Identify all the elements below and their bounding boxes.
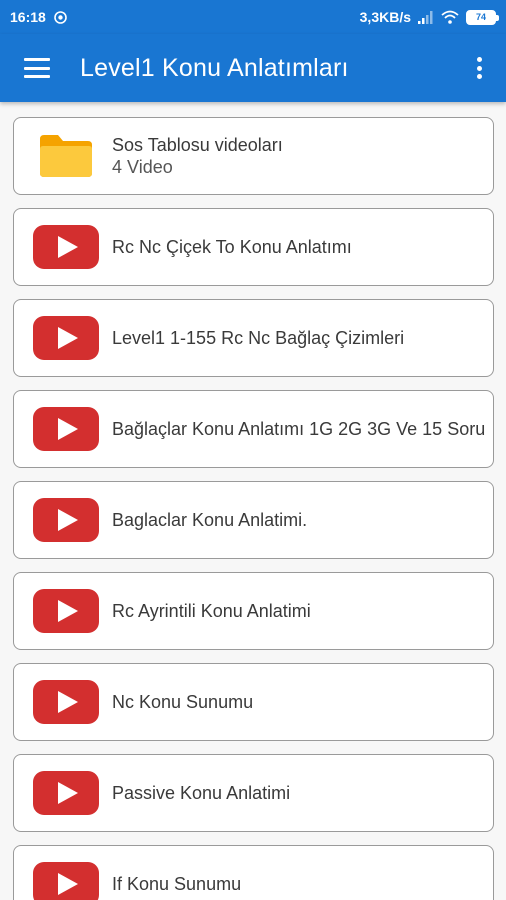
signal-icon	[418, 10, 433, 24]
video-title: If Konu Sunumu	[112, 874, 242, 894]
video-title: Rc Ayrintili Konu Anlatimi	[112, 601, 311, 621]
app-bar: Level1 Konu Anlatımları	[0, 34, 506, 102]
list-item-video[interactable]: Level1 1-155 Rc Nc Bağlaç Çizimleri	[13, 299, 494, 377]
youtube-play-icon	[33, 225, 99, 269]
list-item-video[interactable]: Rc Ayrintili Konu Anlatimi	[13, 572, 494, 650]
notification-icon	[54, 10, 67, 24]
youtube-play-icon	[33, 407, 99, 451]
video-list: Sos Tablosu videoları 4 Video Rc Nc Çiçe…	[13, 117, 494, 900]
video-title: Rc Nc Çiçek To Konu Anlatımı	[112, 237, 352, 257]
clock: 16:18	[10, 9, 46, 25]
page-title: Level1 Konu Anlatımları	[80, 53, 349, 82]
list-item-video[interactable]: Baglaclar Konu Anlatimi.	[13, 481, 494, 559]
youtube-play-icon	[33, 680, 99, 724]
battery-icon: 74	[466, 9, 499, 25]
video-title: Nc Konu Sunumu	[112, 692, 254, 712]
more-options-icon[interactable]	[474, 57, 484, 79]
youtube-play-icon	[33, 498, 99, 542]
list-item-video[interactable]: Rc Nc Çiçek To Konu Anlatımı	[13, 208, 494, 286]
youtube-play-icon	[33, 316, 99, 360]
list-item-video[interactable]: Nc Konu Sunumu	[13, 663, 494, 741]
youtube-play-icon	[33, 862, 99, 900]
folder-title: Sos Tablosu videoları	[112, 135, 283, 155]
video-title: Baglaclar Konu Anlatimi.	[112, 510, 308, 530]
youtube-play-icon	[33, 589, 99, 633]
folder-subtitle: 4 Video	[112, 157, 173, 177]
status-bar: 16:18 3,3KB/s 74	[0, 0, 506, 34]
list-item-video[interactable]: Bağlaçlar Konu Anlatımı 1G 2G 3G Ve 15 S…	[13, 390, 494, 468]
list-item-video[interactable]: If Konu Sunumu	[13, 845, 494, 900]
list-item-video[interactable]: Passive Konu Anlatimi	[13, 754, 494, 832]
network-speed: 3,3KB/s	[359, 9, 411, 25]
status-right: 3,3KB/s 74	[359, 9, 499, 25]
folder-icon	[33, 134, 99, 178]
video-title: Bağlaçlar Konu Anlatımı 1G 2G 3G Ve 15 S…	[112, 419, 486, 439]
video-title: Level1 1-155 Rc Nc Bağlaç Çizimleri	[112, 328, 405, 348]
youtube-play-icon	[33, 771, 99, 815]
video-title: Passive Konu Anlatimi	[112, 783, 291, 803]
menu-icon[interactable]	[24, 58, 50, 78]
list-item-folder[interactable]: Sos Tablosu videoları 4 Video	[13, 117, 494, 195]
wifi-icon	[441, 10, 459, 24]
